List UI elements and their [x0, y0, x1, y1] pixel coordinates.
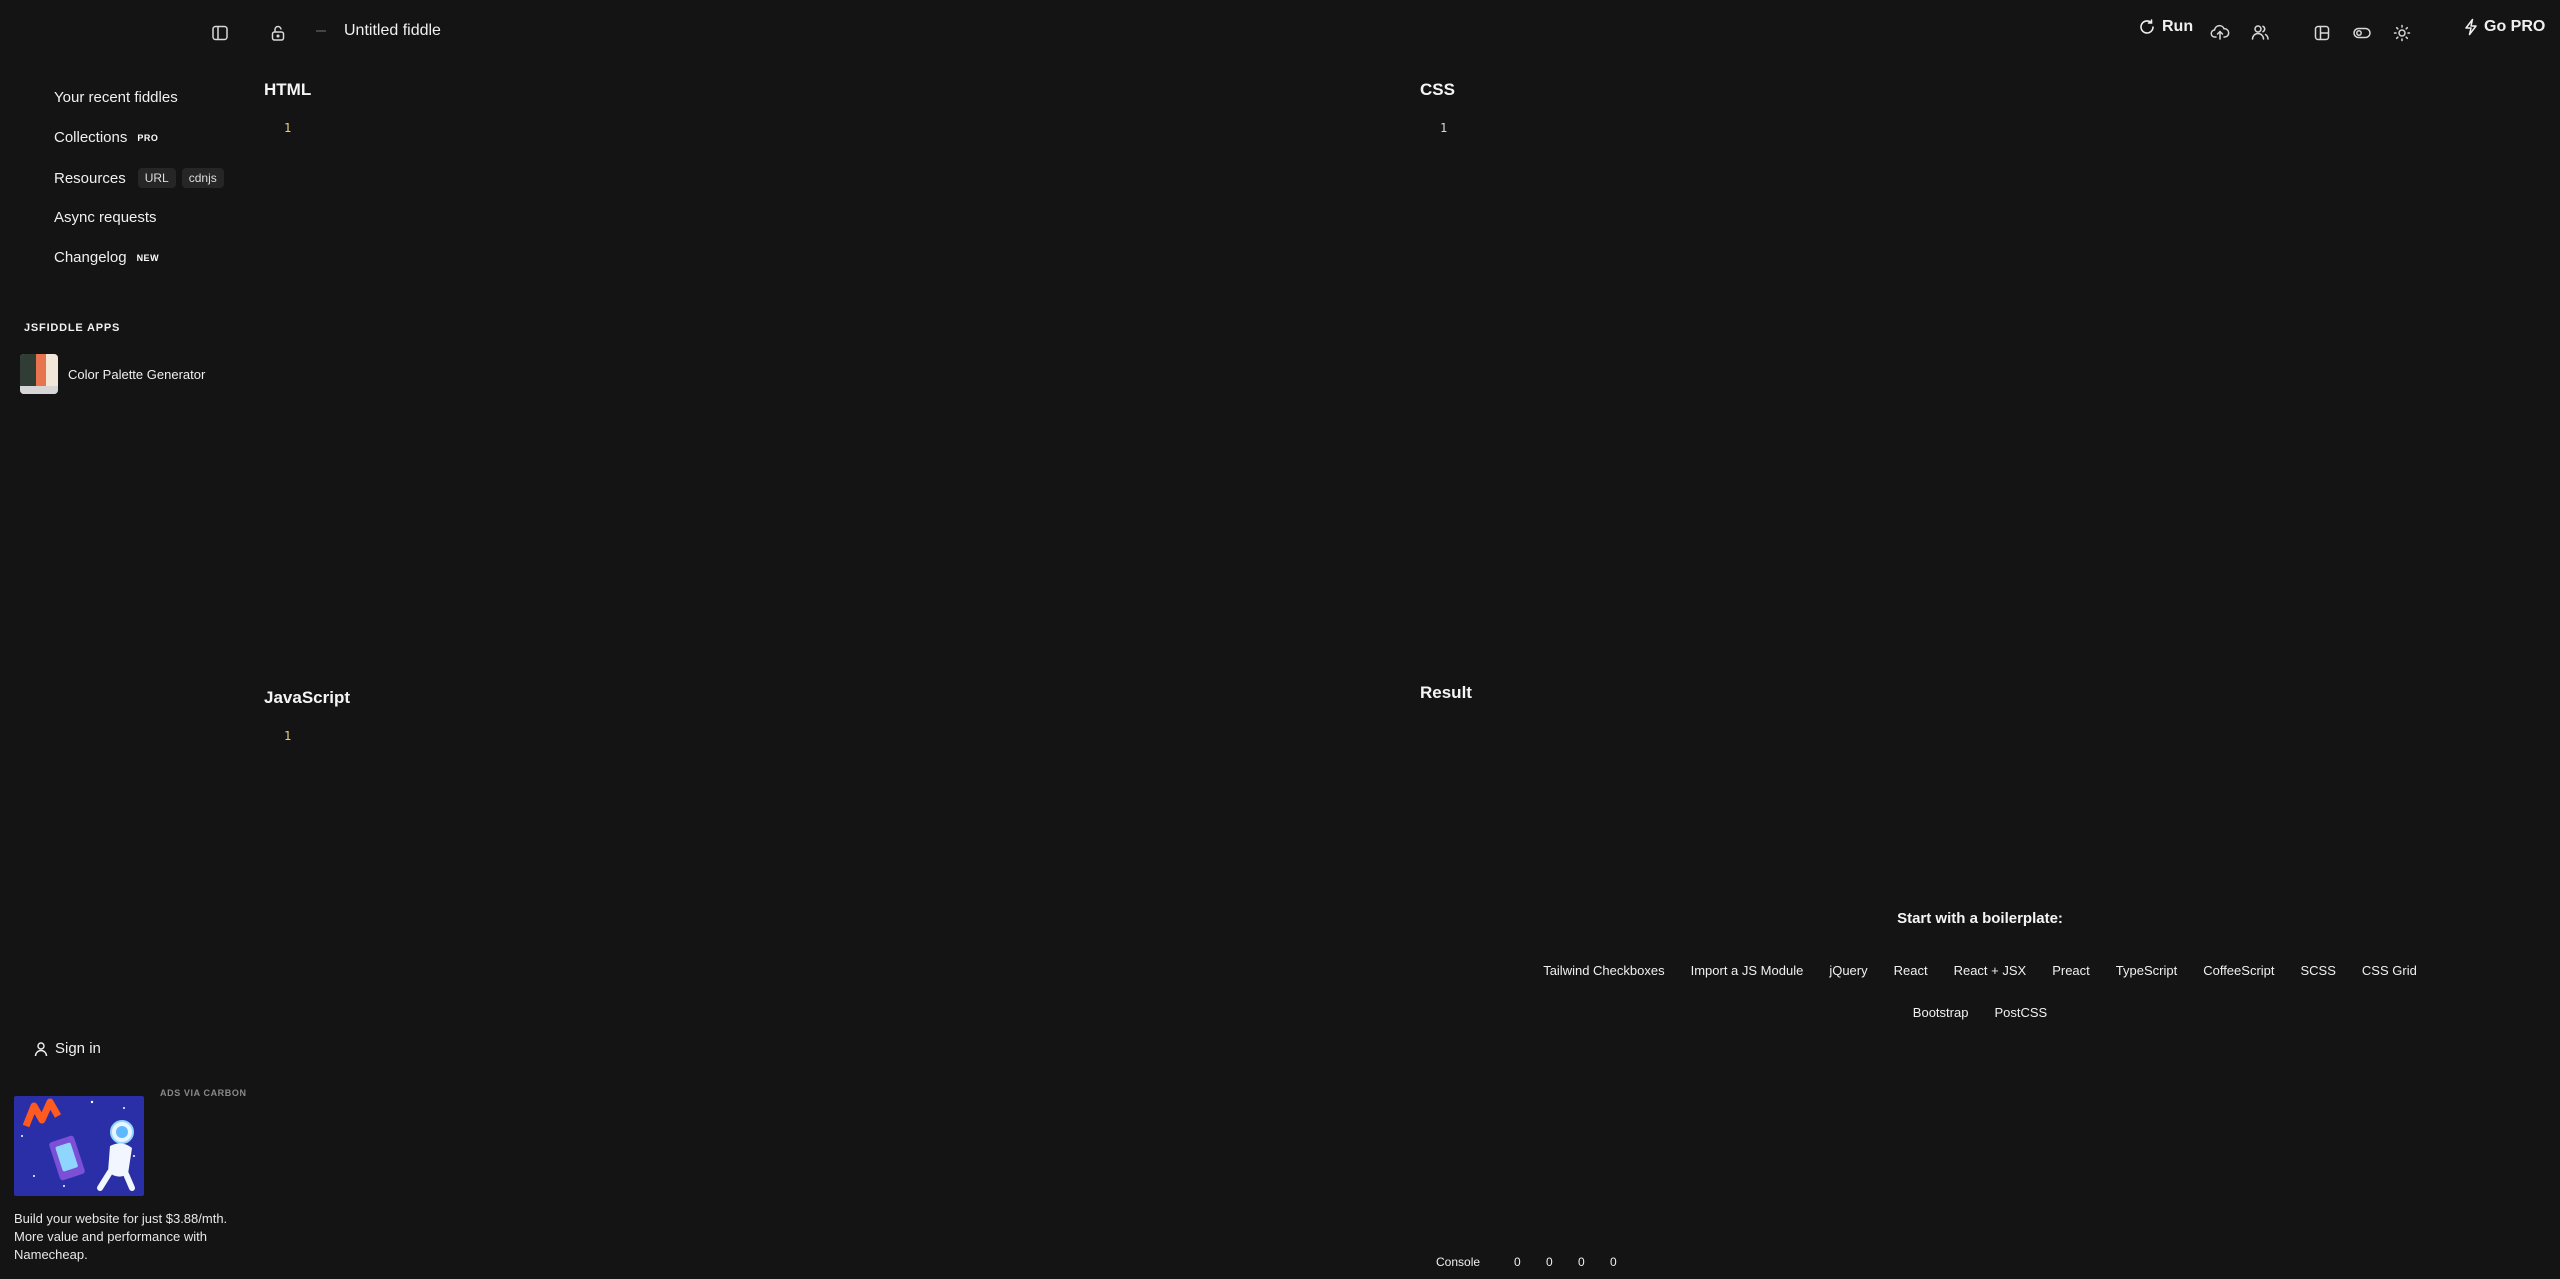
boilerplate-scss[interactable]: SCSS — [2301, 963, 2336, 978]
result-panel-title: Result — [1420, 683, 1472, 702]
lock-open-icon[interactable] — [264, 19, 292, 47]
users-icon[interactable] — [2246, 18, 2274, 46]
go-pro-button[interactable]: Go PRO — [2464, 18, 2545, 36]
resource-cdnjs-chip[interactable]: cdnjs — [181, 168, 224, 188]
app-item-color-palette-generator[interactable]: Color Palette Generator — [20, 354, 205, 394]
sidebar-item-label: Resources — [54, 169, 126, 187]
html-line-number: 1 — [284, 121, 292, 135]
console-error-count[interactable]: 0 — [1610, 1255, 1642, 1269]
sidebar-item-recent-fiddles[interactable]: Your recent fiddles — [54, 89, 178, 106]
boilerplate-postcss[interactable]: PostCSS — [1994, 1005, 2047, 1020]
user-icon — [33, 1041, 49, 1057]
toggle-icon[interactable] — [2348, 19, 2376, 47]
sidebar-item-resources[interactable]: Resources URL cdnjs — [54, 168, 224, 188]
console-info-count[interactable]: 0 — [1546, 1255, 1578, 1269]
boilerplate-import-js-module[interactable]: Import a JS Module — [1691, 963, 1804, 978]
ad-text[interactable]: Build your website for just $3.88/mth. M… — [14, 1210, 244, 1264]
ad-image[interactable] — [14, 1096, 144, 1196]
pro-badge: PRO — [137, 132, 159, 143]
console-bar: Console 0 0 0 0 — [1436, 1255, 1642, 1269]
sidebar-item-collections[interactable]: Collections PRO — [54, 129, 158, 146]
sidebar-item-label: Changelog — [54, 249, 127, 266]
boilerplate-coffeescript[interactable]: CoffeeScript — [2203, 963, 2274, 978]
ads-via-carbon-link[interactable]: ADS VIA CARBON — [160, 1088, 247, 1098]
run-label: Run — [2162, 18, 2194, 35]
boilerplate-tailwind-checkboxes[interactable]: Tailwind Checkboxes — [1543, 963, 1664, 978]
sidebar-item-label: Your recent fiddles — [54, 89, 178, 106]
css-line-number: 1 — [1440, 121, 1448, 135]
sidebar-toggle-icon[interactable] — [206, 19, 234, 47]
refresh-icon — [2138, 18, 2156, 36]
boilerplate-typescript[interactable]: TypeScript — [2116, 963, 2177, 978]
boilerplate-preact[interactable]: Preact — [2052, 963, 2090, 978]
boilerplate-bootstrap[interactable]: Bootstrap — [1913, 1005, 1969, 1020]
javascript-line-number: 1 — [284, 729, 292, 743]
boilerplate-heading: Start with a boilerplate: — [1897, 910, 2063, 927]
go-pro-label: Go PRO — [2484, 18, 2546, 35]
console-warn-count[interactable]: 0 — [1578, 1255, 1610, 1269]
boilerplate-css-grid[interactable]: CSS Grid — [2362, 963, 2417, 978]
resource-url-chip[interactable]: URL — [137, 168, 176, 188]
boilerplate-jquery[interactable]: jQuery — [1829, 963, 1867, 978]
color-palette-app-icon — [20, 354, 58, 394]
javascript-editor[interactable] — [300, 718, 1400, 1238]
console-log-count[interactable]: 0 — [1514, 1255, 1546, 1269]
apps-heading: JSFIDDLE APPS — [24, 322, 121, 334]
boilerplate-row-2: Bootstrap PostCSS — [1530, 1005, 2430, 1020]
console-tab[interactable]: Console — [1436, 1255, 1480, 1269]
sidebar-item-async-requests[interactable]: Async requests — [54, 209, 157, 226]
sidebar-item-label: Async requests — [54, 209, 157, 226]
app-label: Color Palette Generator — [68, 366, 206, 382]
sidebar-item-changelog[interactable]: Changelog NEW — [54, 249, 159, 266]
sign-in-label: Sign in — [55, 1040, 101, 1057]
boilerplate-row-1: Tailwind Checkboxes Import a JS Module j… — [1530, 963, 2430, 978]
bolt-icon — [2464, 18, 2478, 36]
boilerplate-react[interactable]: React — [1894, 963, 1928, 978]
sign-in-button[interactable]: Sign in — [33, 1040, 101, 1057]
fiddle-title[interactable]: Untitled fiddle — [344, 22, 441, 40]
new-badge: NEW — [136, 252, 160, 263]
javascript-panel-title: JavaScript — [264, 688, 350, 707]
run-button[interactable]: Run — [2138, 18, 2193, 36]
sidebar-item-label: Collections — [54, 129, 128, 146]
sun-icon[interactable] — [2388, 19, 2416, 47]
layout-icon[interactable] — [2308, 19, 2336, 47]
boilerplate-react-jsx[interactable]: React + JSX — [1954, 963, 2027, 978]
html-editor[interactable] — [300, 110, 1400, 670]
html-panel-title: HTML — [264, 80, 312, 99]
css-editor[interactable] — [1456, 110, 2546, 670]
cloud-upload-icon[interactable] — [2206, 18, 2234, 46]
css-panel-title: CSS — [1420, 80, 1455, 99]
title-divider — [316, 30, 326, 32]
